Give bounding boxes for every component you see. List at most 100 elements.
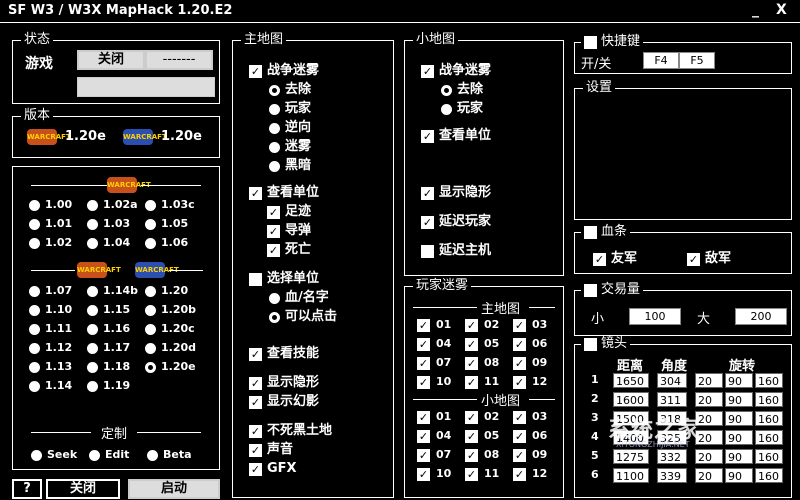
version-radio[interactable] xyxy=(87,323,98,335)
version-radio[interactable] xyxy=(87,342,98,354)
camera-rotation-field[interactable]: 20 xyxy=(695,392,723,407)
main-player-checkbox[interactable]: ✓ xyxy=(417,318,430,332)
version-radio[interactable] xyxy=(145,304,156,316)
footprint-checkbox[interactable]: ✓ xyxy=(267,205,280,219)
version-radio[interactable] xyxy=(29,218,40,230)
delay-host-checkbox[interactable]: ✓ xyxy=(421,244,434,258)
view-skills-checkbox[interactable]: ✓ xyxy=(249,347,262,361)
camera-rotation-field[interactable]: 90 xyxy=(725,392,753,407)
version-radio[interactable] xyxy=(29,361,40,373)
main-fog-checkbox[interactable]: ✓ xyxy=(249,64,262,78)
enemy-checkbox[interactable]: ✓ xyxy=(687,252,700,266)
mini-player-checkbox[interactable]: ✓ xyxy=(465,467,478,481)
mini-fog-player-radio[interactable] xyxy=(441,103,452,115)
camera-rotation-field[interactable]: 90 xyxy=(725,411,753,426)
camera-rotation-field[interactable]: 20 xyxy=(695,373,723,388)
mini-player-checkbox[interactable]: ✓ xyxy=(465,410,478,424)
camera-distance-field[interactable]: 1100 xyxy=(613,468,649,483)
version-radio[interactable] xyxy=(145,285,156,297)
mini-player-checkbox[interactable]: ✓ xyxy=(465,448,478,462)
main-player-checkbox[interactable]: ✓ xyxy=(465,337,478,351)
main-view-units-checkbox[interactable]: ✓ xyxy=(249,186,262,200)
version-radio[interactable] xyxy=(145,218,156,230)
main-player-checkbox[interactable]: ✓ xyxy=(513,356,526,370)
delay-player-checkbox[interactable]: ✓ xyxy=(421,215,434,229)
death-checkbox[interactable]: ✓ xyxy=(267,243,280,257)
beta-radio[interactable] xyxy=(147,449,158,461)
version-radio[interactable] xyxy=(29,380,40,392)
camera-distance-field[interactable]: 1275 xyxy=(613,449,649,464)
version-radio[interactable] xyxy=(145,199,156,211)
camera-rotation-field[interactable]: 20 xyxy=(695,449,723,464)
mini-player-checkbox[interactable]: ✓ xyxy=(465,429,478,443)
main-player-checkbox[interactable]: ✓ xyxy=(417,356,430,370)
version-radio[interactable] xyxy=(87,218,98,230)
game-status-field[interactable] xyxy=(77,77,215,97)
main-show-invisible-checkbox[interactable]: ✓ xyxy=(249,376,262,390)
version-radio[interactable] xyxy=(29,199,40,211)
clickable-radio[interactable] xyxy=(269,311,280,323)
mini-player-checkbox[interactable]: ✓ xyxy=(417,410,430,424)
mini-player-checkbox[interactable]: ✓ xyxy=(513,467,526,481)
main-fog-remove-radio[interactable] xyxy=(269,84,280,96)
mini-player-checkbox[interactable]: ✓ xyxy=(513,448,526,462)
mini-show-invisible-checkbox[interactable]: ✓ xyxy=(421,186,434,200)
sound-checkbox[interactable]: ✓ xyxy=(249,443,262,457)
camera-distance-field[interactable]: 1650 xyxy=(613,373,649,388)
seek-radio[interactable] xyxy=(31,449,42,461)
version-radio[interactable] xyxy=(87,237,98,249)
camera-rotation-field[interactable]: 160 xyxy=(755,430,783,445)
main-fog-mist-radio[interactable] xyxy=(269,141,280,153)
version-radio[interactable] xyxy=(87,285,98,297)
camera-angle-field[interactable]: 339 xyxy=(657,468,687,483)
version-radio[interactable] xyxy=(29,237,40,249)
camera-angle-field[interactable]: 311 xyxy=(657,392,687,407)
version-radio[interactable] xyxy=(87,304,98,316)
close-button[interactable]: 关闭 xyxy=(46,479,120,499)
missile-checkbox[interactable]: ✓ xyxy=(267,224,280,238)
camera-rotation-field[interactable]: 160 xyxy=(755,449,783,464)
version-radio[interactable] xyxy=(87,361,98,373)
ally-checkbox[interactable]: ✓ xyxy=(593,252,606,266)
version-radio[interactable] xyxy=(29,304,40,316)
camera-angle-field[interactable]: 304 xyxy=(657,373,687,388)
version-radio[interactable] xyxy=(29,342,40,354)
version-radio[interactable] xyxy=(145,361,156,373)
main-player-checkbox[interactable]: ✓ xyxy=(513,337,526,351)
main-player-checkbox[interactable]: ✓ xyxy=(417,375,430,389)
mini-fog-remove-radio[interactable] xyxy=(441,84,452,96)
trade-big-field[interactable]: 200 xyxy=(735,308,787,325)
hotkey-f4-field[interactable]: F4 xyxy=(643,52,679,69)
mini-player-checkbox[interactable]: ✓ xyxy=(513,429,526,443)
hotkey-checkbox[interactable]: ✓ xyxy=(584,35,597,49)
camera-rotation-field[interactable]: 160 xyxy=(755,373,783,388)
camera-rotation-field[interactable]: 160 xyxy=(755,411,783,426)
camera-checkbox[interactable]: ✓ xyxy=(584,337,597,351)
version-radio[interactable] xyxy=(145,323,156,335)
camera-rotation-field[interactable]: 90 xyxy=(725,468,753,483)
mini-player-checkbox[interactable]: ✓ xyxy=(417,467,430,481)
mini-view-units-checkbox[interactable]: ✓ xyxy=(421,129,434,143)
start-button[interactable]: 启动 xyxy=(128,479,220,499)
edit-radio[interactable] xyxy=(89,449,100,461)
version-radio[interactable] xyxy=(145,237,156,249)
camera-rotation-field[interactable]: 20 xyxy=(695,468,723,483)
undead-ground-checkbox[interactable]: ✓ xyxy=(249,424,262,438)
main-fog-reverse-radio[interactable] xyxy=(269,122,280,134)
camera-angle-field[interactable]: 332 xyxy=(657,449,687,464)
version-radio[interactable] xyxy=(87,380,98,392)
trade-checkbox[interactable]: ✓ xyxy=(584,283,597,297)
camera-rotation-field[interactable]: 160 xyxy=(755,392,783,407)
version-radio[interactable] xyxy=(87,199,98,211)
camera-rotation-field[interactable]: 90 xyxy=(725,449,753,464)
gfx-checkbox[interactable]: ✓ xyxy=(249,462,262,476)
close-window-button[interactable]: X xyxy=(776,2,787,18)
minimize-button[interactable]: _ xyxy=(752,2,759,18)
main-player-checkbox[interactable]: ✓ xyxy=(465,356,478,370)
version-radio[interactable] xyxy=(145,342,156,354)
trade-small-field[interactable]: 100 xyxy=(629,308,681,325)
main-player-checkbox[interactable]: ✓ xyxy=(513,375,526,389)
mini-player-checkbox[interactable]: ✓ xyxy=(417,429,430,443)
camera-rotation-field[interactable]: 90 xyxy=(725,430,753,445)
version-radio[interactable] xyxy=(29,285,40,297)
